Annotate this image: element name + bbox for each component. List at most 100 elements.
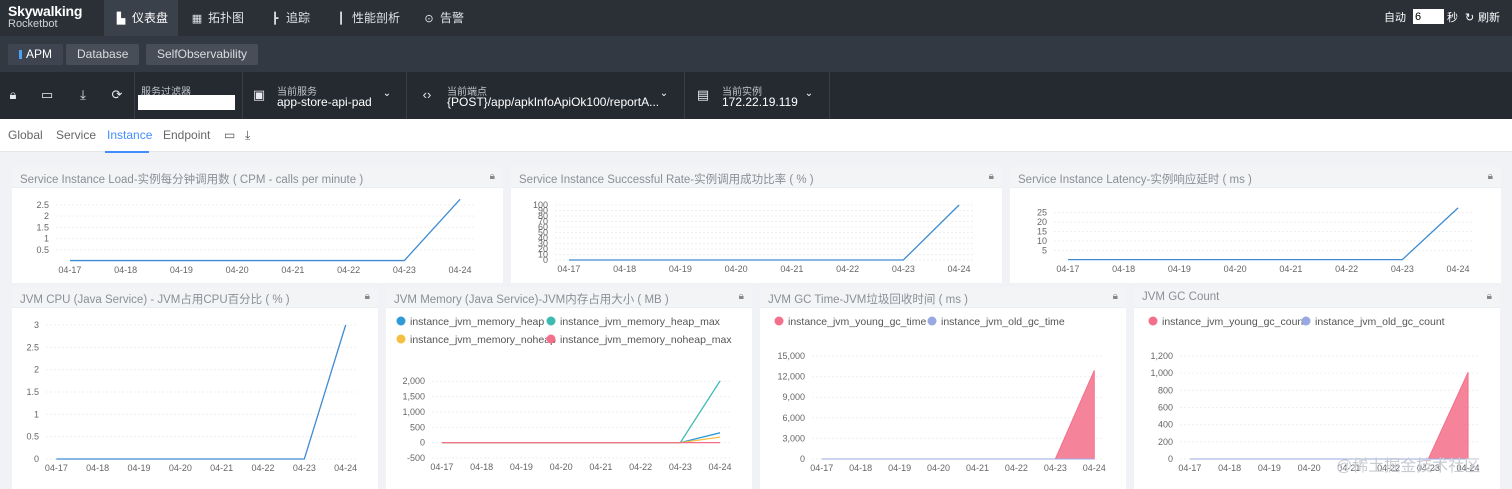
service-select[interactable]: app-store-api-pad	[277, 95, 372, 109]
layer-apm[interactable]: APM	[8, 44, 64, 65]
y-tick-label: 2.5	[26, 342, 39, 352]
x-tick-label: 04-22	[1335, 264, 1358, 274]
divider	[134, 72, 135, 119]
y-tick-label: 10	[1037, 236, 1047, 246]
y-tick-label: 5	[1042, 246, 1047, 256]
tab-endpoint[interactable]: Endpoint	[163, 128, 210, 142]
x-tick-label: 04-19	[510, 462, 533, 472]
load-chart: 0.51 1.522.5 04-17 04-18 04-19 04-20 04-21 04-2…	[36, 198, 474, 275]
y-tick-label: 1.5	[36, 222, 49, 232]
y-tick-label: 400	[1158, 420, 1173, 430]
x-tick-label: 04-18	[849, 463, 872, 473]
top-navbar: Skywalking Rocketbot ▙ 仪表盘 ▦ 拓扑图 ┣ 追踪 ┃ 性能剖析…	[0, 0, 1512, 36]
panel-title: Service Instance Load-实例每分钟调用数 ( CPM - c…	[20, 174, 364, 186]
panel-header: JVM CPU (Java Service) - JVM占用CPU百分比 ( %…	[12, 287, 378, 308]
layer-selfobservability[interactable]: SelfObservability	[146, 44, 259, 65]
refresh-icon[interactable]: ↻	[1465, 0, 1474, 36]
lock-icon[interactable]: 🔒︎	[1488, 171, 1493, 182]
x-tick-label: 04-17	[1056, 264, 1079, 274]
legend-swatch	[1148, 316, 1158, 326]
folder-icon[interactable]: ▭	[39, 87, 55, 103]
x-tick-label: 04-22	[251, 463, 274, 473]
legend-label: instance_jvm_memory_noheap_max	[560, 334, 732, 346]
x-tick-label: 04-24	[1083, 463, 1106, 473]
chevron-down-icon[interactable]: ⌄	[659, 89, 669, 99]
refresh-button[interactable]: 刷新	[1478, 0, 1500, 36]
legend-label: instance_jvm_memory_heap	[410, 316, 544, 328]
endpoint-select[interactable]: {POST}/app/apkInfoApiOk100/reportA...	[447, 95, 659, 109]
legend-label: instance_jvm_memory_noheap	[410, 334, 556, 346]
refresh-interval-input[interactable]	[1413, 9, 1444, 24]
y-tick-label: 2	[44, 211, 49, 221]
y-tick-label: 0.5	[26, 432, 39, 442]
watermark: @稀土掘金技术社区	[1336, 458, 1481, 475]
tab-instance[interactable]: Instance	[107, 128, 152, 142]
active-indicator	[19, 50, 22, 59]
panel-jvm-gc-time: JVM GC Time-JVM垃圾回收时间 ( ms ) 🔒︎ instance_…	[760, 287, 1126, 489]
logo-title: Skywalking	[8, 3, 83, 19]
tab-global[interactable]: Global	[8, 128, 43, 142]
panel-title: Service Instance Successful Rate-实例调用成功比…	[519, 174, 814, 186]
y-tick-label: 2	[34, 365, 39, 375]
nav-label: 告警	[440, 11, 465, 25]
folder-icon[interactable]: ▭	[224, 128, 235, 142]
tab-service[interactable]: Service	[56, 128, 96, 142]
nav-trace[interactable]: ┣ 追踪	[258, 0, 320, 36]
layer-label: SelfObservability	[157, 47, 248, 61]
y-tick-label: 25	[1037, 208, 1047, 218]
download-icon[interactable]: ⤓	[245, 128, 250, 143]
y-tick-label: 3,000	[782, 433, 805, 443]
x-tick-label: 04-24	[948, 264, 971, 274]
memory-chart: instance_jvm_memory_heap instance_jvm_mem…	[396, 316, 732, 472]
legend-label: instance_jvm_old_gc_count	[1315, 316, 1445, 328]
panel-jvm-cpu: JVM CPU (Java Service) - JVM占用CPU百分比 ( %…	[12, 287, 378, 489]
legend-swatch	[396, 316, 406, 326]
x-tick-label: 04-19	[669, 264, 692, 274]
legend-swatch	[1301, 316, 1311, 326]
auto-label[interactable]: 自动	[1384, 0, 1406, 36]
lock-icon[interactable]: 🔒︎	[1113, 291, 1118, 302]
nav-profile[interactable]: ┃ 性能剖析	[324, 0, 410, 36]
y-tick-label: 200	[1158, 437, 1173, 447]
lock-icon[interactable]: 🔒︎	[365, 291, 370, 302]
x-tick-label: 04-17	[557, 264, 580, 274]
layer-bar: APM Database SelfObservability	[0, 36, 1512, 72]
lock-icon[interactable]: 🔒︎	[490, 171, 495, 182]
lock-icon[interactable]: 🔒︎	[1487, 291, 1492, 302]
x-tick-label: 04-18	[613, 264, 636, 274]
divider	[406, 72, 407, 119]
x-tick-label: 04-20	[226, 265, 249, 275]
y-tick-label: 100	[533, 200, 548, 210]
nav-dashboard[interactable]: ▙ 仪表盘	[104, 0, 179, 36]
layer-database[interactable]: Database	[66, 44, 140, 65]
y-tick-label: 1.5	[26, 387, 39, 397]
instance-select[interactable]: 172.22.19.119	[722, 95, 798, 109]
x-tick-label: 04-19	[1258, 463, 1281, 473]
lock-icon[interactable]: 🔒︎	[739, 291, 744, 302]
legend-swatch	[927, 316, 937, 326]
nav-alarm[interactable]: ⊙ 告警	[412, 0, 474, 36]
app-logo[interactable]: Skywalking Rocketbot	[8, 3, 83, 31]
chevron-down-icon[interactable]: ⌄	[382, 89, 392, 99]
download-icon[interactable]: ⤓	[75, 87, 91, 103]
x-tick-label: 04-18	[1218, 463, 1241, 473]
service-filter-input[interactable]	[138, 95, 235, 110]
panel-header: Service Instance Latency-实例响应延时 ( ms ) 🔒︎	[1010, 167, 1501, 188]
reload-icon[interactable]: ⟳	[109, 87, 125, 103]
service-icon: ▣	[252, 87, 266, 102]
panel-instance-success-rate: Service Instance Successful Rate-实例调用成功比…	[511, 167, 1002, 283]
lock-icon[interactable]: 🔒︎	[5, 87, 21, 103]
lock-icon[interactable]: 🔒︎	[989, 171, 994, 182]
chevron-down-icon[interactable]: ⌄	[804, 89, 814, 99]
x-tick-label: 04-17	[1178, 463, 1201, 473]
x-tick-label: 04-23	[393, 265, 416, 275]
y-tick-label: 1,000	[1150, 368, 1173, 378]
x-tick-label: 04-20	[1224, 264, 1247, 274]
nav-label: 拓扑图	[208, 11, 245, 25]
x-tick-label: 04-21	[780, 264, 803, 274]
y-tick-label: 1,500	[402, 392, 425, 402]
series-line	[69, 198, 461, 262]
code-icon: ‹›	[422, 87, 432, 102]
nav-topology[interactable]: ▦ 拓扑图	[180, 0, 254, 36]
x-tick-label: 04-23	[669, 462, 692, 472]
